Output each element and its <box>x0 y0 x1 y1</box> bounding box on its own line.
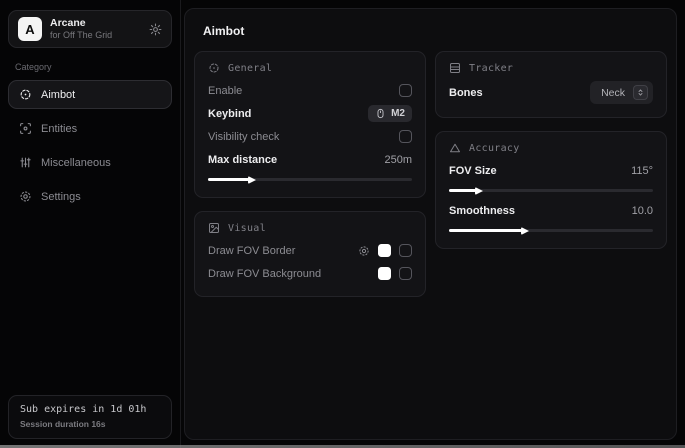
right-column: Tracker Bones Neck <box>435 51 667 249</box>
left-column: General Enable Keybind <box>194 51 426 297</box>
fov-background-checkbox[interactable] <box>399 267 412 280</box>
main-surface: Aimbot General Enable <box>184 8 677 440</box>
crosshair-icon <box>19 88 32 101</box>
triangle-icon <box>449 142 461 154</box>
arcane-window: A Arcane for Off The Grid Category Aimbo… <box>0 0 685 448</box>
fov-border-color-swatch[interactable] <box>378 244 391 257</box>
tracker-panel-header: Tracker <box>449 62 653 74</box>
tracker-panel: Tracker Bones Neck <box>435 51 667 118</box>
draw-fov-background-label: Draw FOV Background <box>208 268 321 280</box>
sidebar-nav: Aimbot Entities Miscellaneous Settings <box>8 80 172 211</box>
general-panel-header: General <box>208 62 412 74</box>
draw-fov-border-label: Draw FOV Border <box>208 245 295 257</box>
max-distance-value: 250m <box>384 154 412 166</box>
main-area: Aimbot General Enable <box>181 0 685 448</box>
smoothness-row: Smoothness 10.0 <box>449 199 653 222</box>
app-header-card: A Arcane for Off The Grid <box>8 10 172 48</box>
slider-fill[interactable] <box>449 229 522 232</box>
visibility-check-label: Visibility check <box>208 131 279 143</box>
visibility-checkbox[interactable] <box>399 130 412 143</box>
accuracy-panel: Accuracy FOV Size 115° <box>435 131 667 249</box>
panel-title: Visual <box>228 223 266 234</box>
keybind-button[interactable]: M2 <box>368 105 412 122</box>
settings-gear-icon[interactable] <box>149 23 162 36</box>
fov-border-settings-icon[interactable] <box>358 245 370 257</box>
enable-label: Enable <box>208 85 242 97</box>
sidebar-item-label: Aimbot <box>41 89 75 101</box>
bones-label: Bones <box>449 87 483 99</box>
category-label: Category <box>15 62 165 72</box>
bones-selected-value: Neck <box>601 87 625 99</box>
sidebar-item-label: Settings <box>41 191 81 203</box>
fov-background-color-swatch[interactable] <box>378 267 391 280</box>
sliders-icon <box>19 156 32 169</box>
app-meta: Arcane for Off The Grid <box>50 17 112 40</box>
panel-title: General <box>228 63 272 74</box>
bones-select[interactable]: Neck <box>590 81 653 104</box>
fov-size-slider[interactable] <box>449 189 653 192</box>
max-distance-label: Max distance <box>208 154 277 166</box>
panel-title: Tracker <box>469 63 513 74</box>
smoothness-slider[interactable] <box>449 229 653 232</box>
sidebar-item-aimbot[interactable]: Aimbot <box>8 80 172 109</box>
sidebar-item-label: Miscellaneous <box>41 157 111 169</box>
draw-fov-border-row: Draw FOV Border <box>208 239 412 262</box>
fov-size-row: FOV Size 115° <box>449 159 653 182</box>
fov-size-label: FOV Size <box>449 165 497 177</box>
keybind-value: M2 <box>391 108 405 119</box>
sidebar-item-settings[interactable]: Settings <box>8 182 172 211</box>
fov-border-checkbox[interactable] <box>399 244 412 257</box>
panel-title: Accuracy <box>469 143 520 154</box>
max-distance-row: Max distance 250m <box>208 148 412 171</box>
image-icon <box>208 222 220 234</box>
app-name: Arcane <box>50 17 112 29</box>
smoothness-value: 10.0 <box>632 205 653 217</box>
visual-panel: Visual Draw FOV Border <box>194 211 426 297</box>
keybind-row: Keybind M2 <box>208 102 412 125</box>
fov-size-value: 115° <box>631 165 653 177</box>
visibility-check-row: Visibility check <box>208 125 412 148</box>
session-duration-text: Session duration 16s <box>20 419 160 429</box>
enable-checkbox[interactable] <box>399 84 412 97</box>
app-logo: A <box>18 17 42 41</box>
sidebar-item-label: Entities <box>41 123 77 135</box>
keybind-label: Keybind <box>208 108 251 120</box>
rows-icon <box>449 62 461 74</box>
subscription-expiry-text: Sub expires in 1d 01h <box>20 404 160 415</box>
app-subtitle: for Off The Grid <box>50 30 112 40</box>
chevrons-up-down-icon <box>633 85 648 100</box>
mouse-icon <box>375 108 386 119</box>
accuracy-panel-header: Accuracy <box>449 142 653 154</box>
crosshair-icon <box>208 62 220 74</box>
bones-row: Bones Neck <box>449 79 653 106</box>
general-panel: General Enable Keybind <box>194 51 426 198</box>
page-title: Aimbot <box>194 9 667 51</box>
subscription-card: Sub expires in 1d 01h Session duration 1… <box>8 395 172 439</box>
visual-panel-header: Visual <box>208 222 412 234</box>
scan-eye-icon <box>19 122 32 135</box>
slider-fill[interactable] <box>208 178 249 181</box>
sidebar: A Arcane for Off The Grid Category Aimbo… <box>0 0 181 448</box>
sidebar-item-miscellaneous[interactable]: Miscellaneous <box>8 148 172 177</box>
slider-fill[interactable] <box>449 189 476 192</box>
smoothness-label: Smoothness <box>449 205 515 217</box>
max-distance-slider[interactable] <box>208 178 412 181</box>
draw-fov-background-row: Draw FOV Background <box>208 262 412 285</box>
sidebar-item-entities[interactable]: Entities <box>8 114 172 143</box>
enable-row: Enable <box>208 79 412 102</box>
gear-icon <box>19 190 32 203</box>
